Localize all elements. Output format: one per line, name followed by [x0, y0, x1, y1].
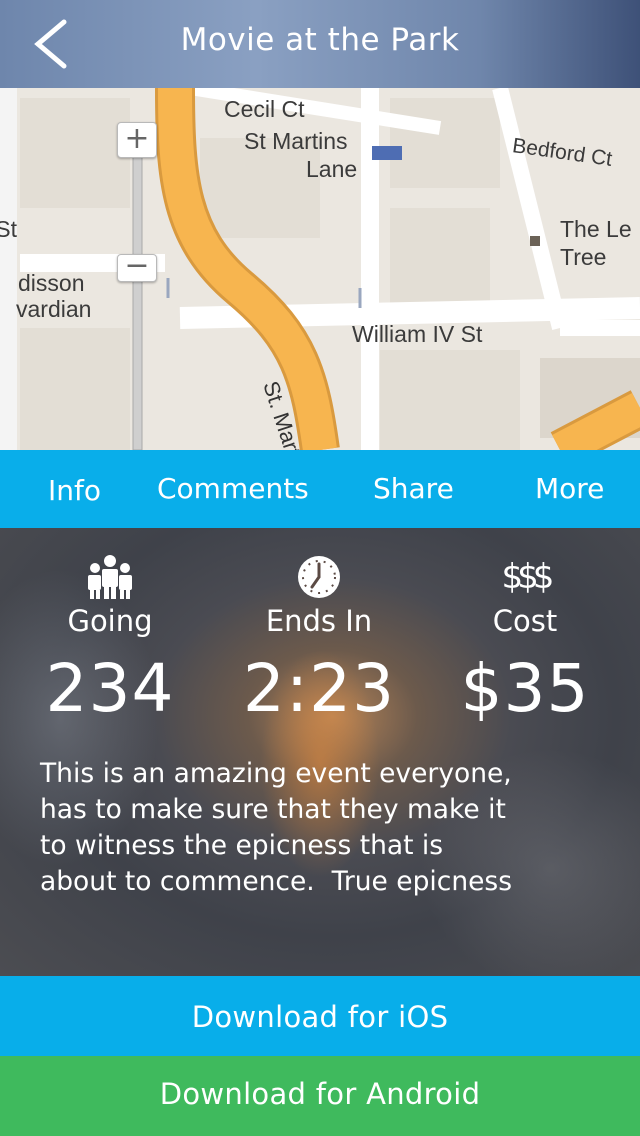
tab-more[interactable]: More: [535, 472, 604, 505]
stat-cost: $$$ Cost $35: [425, 552, 625, 727]
map-label-vardian: vardian: [16, 296, 92, 322]
zoom-in-button[interactable]: +: [117, 122, 157, 158]
tab-share[interactable]: Share: [373, 472, 454, 505]
stat-ends-in: Ends In 2:23: [219, 552, 419, 727]
stat-ends-label: Ends In: [265, 604, 373, 638]
event-details: Going 234 Ends In 2:23 $$$ Cost $35 This…: [0, 528, 640, 976]
dollars-icon: $$$: [425, 552, 625, 602]
tab-info[interactable]: Info: [48, 474, 101, 507]
map-label-cecil-ct: Cecil Ct: [224, 96, 305, 122]
clock-icon: [219, 552, 419, 602]
stat-going-label: Going: [67, 604, 153, 638]
dollars-icon-glyph: $$$: [501, 557, 555, 597]
stat-going: Going 234: [10, 552, 210, 727]
stat-ends-value: 2:23: [242, 650, 396, 727]
stat-cost-value: $35: [460, 650, 590, 727]
map-label-tree: Tree: [560, 244, 607, 270]
description-line: has to make sure that they make it: [40, 794, 506, 825]
map-label-st-martins: St Martins: [244, 128, 348, 154]
description-line: about to commence. True epicness: [40, 866, 513, 897]
zoom-out-button[interactable]: −: [117, 251, 157, 282]
map-label-the-le: The Le: [560, 216, 632, 242]
navigation-bar: Movie at the Park: [0, 0, 640, 88]
description-line: This is an amazing event everyone,: [40, 758, 512, 789]
map-label-lane: Lane: [306, 156, 358, 182]
map-label-william-iv-st: William IV St: [352, 321, 483, 347]
page-title: Movie at the Park: [180, 22, 460, 58]
download-android-button[interactable]: Download for Android: [0, 1056, 640, 1136]
people-icon: [10, 552, 210, 602]
stat-cost-label: Cost: [492, 604, 558, 638]
tab-bar: Info Comments Share More: [0, 450, 640, 528]
map-label-disson: disson: [18, 270, 85, 296]
description-line: to witness the epicness that is: [40, 830, 444, 861]
map-label-st: St: [0, 216, 17, 242]
map-view[interactable]: + − Cecil Ct St Martins Lane Bedford Ct …: [0, 88, 640, 450]
download-ios-button[interactable]: Download for iOS: [0, 976, 640, 1056]
event-description: This is an amazing event everyone, has t…: [40, 756, 560, 900]
stat-going-value: 234: [45, 650, 175, 727]
tab-comments[interactable]: Comments: [157, 472, 309, 505]
